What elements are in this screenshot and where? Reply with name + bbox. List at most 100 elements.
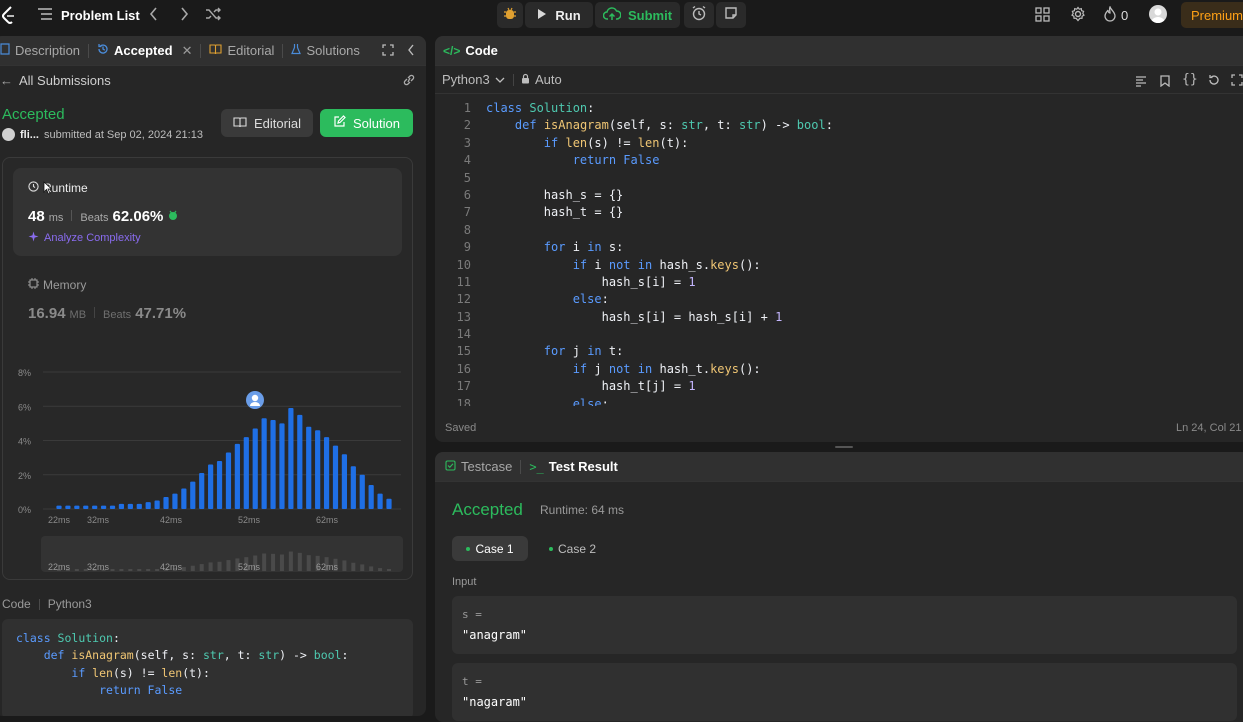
- runtime-distribution-chart[interactable]: 0% 2% 4% 6% 8% 22ms 32ms 42ms 52ms 62ms 22ms 32ms 42…: [3, 348, 414, 588]
- case-1-tab[interactable]: Case 1: [452, 536, 528, 561]
- all-submissions-link[interactable]: ← All Submissions: [0, 73, 111, 88]
- toolbar-separator: [513, 74, 514, 86]
- language-select[interactable]: Python3: [442, 72, 505, 87]
- minimap-bar: [369, 566, 374, 571]
- stat-divider: [71, 210, 73, 221]
- memory-unit: MB: [69, 309, 87, 321]
- left-tab-bar: Description Accepted ✕ Editorial Solutio…: [0, 36, 426, 66]
- tab-editorial[interactable]: Editorial: [201, 36, 282, 66]
- tab-solutions-label: Solutions: [306, 43, 360, 58]
- close-tab-icon[interactable]: ✕: [182, 43, 193, 59]
- problem-list-button[interactable]: Problem List: [38, 6, 140, 24]
- tab-description[interactable]: Description: [0, 36, 88, 66]
- beats-badge-icon: [167, 208, 179, 226]
- chart-bar: [56, 505, 62, 509]
- tab-solutions[interactable]: Solutions: [283, 36, 367, 66]
- solution-button[interactable]: Solution: [320, 109, 413, 137]
- code-line: for j in t:: [543, 344, 624, 359]
- chart-bar: [145, 502, 151, 509]
- chart-bar: [225, 452, 232, 509]
- format-icon[interactable]: [1135, 74, 1147, 92]
- drag-grip-icon: [835, 446, 853, 448]
- chart-bar: [127, 503, 133, 509]
- tab-accepted[interactable]: Accepted ✕: [89, 36, 200, 66]
- line-number: 5: [463, 170, 471, 185]
- case-2-tab[interactable]: Case 2: [539, 536, 615, 561]
- code-line: hash_s[i] = hash_s[i] + 1: [601, 309, 783, 324]
- runtime-card[interactable]: Runtime 48 ms Beats 62.06% Analyze Compl…: [13, 168, 402, 256]
- chart-bar: [279, 423, 285, 509]
- vertical-resize-handle[interactable]: [428, 36, 433, 710]
- tab-code[interactable]: </> Code: [435, 36, 506, 66]
- chart-bar: [83, 505, 89, 509]
- notes-button[interactable]: [716, 2, 746, 28]
- chart-bar: [243, 437, 249, 509]
- input-t-box[interactable]: t = "nagaram": [452, 663, 1237, 721]
- run-button[interactable]: Run: [525, 2, 593, 28]
- tab-testcase[interactable]: Testcase: [435, 452, 520, 482]
- edit-icon: [333, 115, 346, 131]
- submit-button[interactable]: Submit: [595, 2, 680, 28]
- minimap-tick-label: 42ms: [160, 562, 183, 572]
- mouse-cursor-icon: [43, 181, 53, 200]
- line-number: 16: [456, 361, 471, 376]
- bookmark-icon[interactable]: [1160, 74, 1170, 92]
- flask-icon: [291, 43, 302, 58]
- streak-counter[interactable]: 0: [1104, 5, 1128, 25]
- code-editor-header: </> Code: [435, 36, 1243, 66]
- next-problem-icon[interactable]: [178, 6, 190, 27]
- minimap-bar: [360, 564, 365, 571]
- code-line: hash_t[j] = 1: [601, 379, 696, 394]
- leetcode-logo-icon[interactable]: [2, 6, 16, 24]
- avatar[interactable]: [1149, 5, 1167, 23]
- case-1-label: Case 1: [475, 541, 514, 556]
- case-2-label: Case 2: [558, 541, 597, 556]
- auto-mode-toggle[interactable]: Auto: [521, 72, 562, 87]
- line-number: 17: [456, 379, 471, 394]
- code-language: Python3: [47, 597, 92, 611]
- minimap-bar: [226, 560, 231, 571]
- submitted-code-block[interactable]: class Solution: def isAnagram(self, s: s…: [2, 619, 413, 716]
- premium-button[interactable]: Premium: [1181, 2, 1243, 28]
- minimap-bar: [297, 552, 302, 571]
- submission-status: Accepted: [2, 106, 65, 123]
- shuffle-icon[interactable]: [205, 6, 221, 27]
- minimap-bar: [137, 569, 142, 571]
- editorial-button[interactable]: Editorial: [221, 109, 313, 137]
- history-icon: [97, 43, 109, 58]
- prev-problem-icon[interactable]: [148, 6, 160, 27]
- line-number: 3: [463, 135, 471, 150]
- minimap-bar: [110, 569, 115, 571]
- tab-test-result[interactable]: >_ Test Result: [521, 452, 626, 482]
- layout-grid-icon[interactable]: [1035, 7, 1050, 27]
- horizontal-resize-handle[interactable]: [435, 443, 1243, 451]
- collapse-panel-icon[interactable]: [407, 44, 415, 59]
- memory-card[interactable]: Memory 16.94 MB Beats 47.71%: [13, 266, 402, 336]
- username[interactable]: fli...: [20, 129, 39, 141]
- braces-icon[interactable]: {}: [1182, 72, 1198, 87]
- minimap-tick-label: 22ms: [48, 562, 71, 572]
- cloud-upload-icon: [602, 6, 622, 24]
- chart-bar: [109, 505, 116, 509]
- left-panel: Description Accepted ✕ Editorial Solutio…: [0, 36, 426, 716]
- checkbox-icon: [445, 459, 456, 474]
- memory-stats: 16.94 MB Beats 47.71%: [28, 305, 186, 322]
- back-arrow-icon: ←: [0, 73, 13, 88]
- input-label: Input: [452, 576, 477, 588]
- maximize-icon[interactable]: [382, 44, 394, 59]
- share-link-icon[interactable]: [402, 73, 416, 91]
- chart-bar: [252, 428, 258, 509]
- analyze-complexity-link[interactable]: Analyze Complexity: [28, 231, 141, 245]
- minimap-bar: [190, 565, 195, 571]
- settings-gear-icon[interactable]: [1070, 6, 1086, 27]
- timer-button[interactable]: [684, 2, 714, 28]
- chart-bar: [163, 497, 169, 509]
- fullscreen-icon[interactable]: [1231, 73, 1243, 91]
- flame-icon: [1104, 5, 1116, 25]
- debug-button[interactable]: [497, 2, 523, 28]
- user-avatar[interactable]: [2, 128, 15, 141]
- code-line: if len(s) != len(t):: [543, 135, 689, 150]
- input-s-box[interactable]: s = "anagram": [452, 596, 1237, 654]
- reset-icon[interactable]: [1208, 73, 1220, 91]
- code-editor-area[interactable]: 1 2 3 4 5 6 7 8 9 10 11 12 13 14 15 16 17 18 class Soluti…: [435, 100, 1243, 406]
